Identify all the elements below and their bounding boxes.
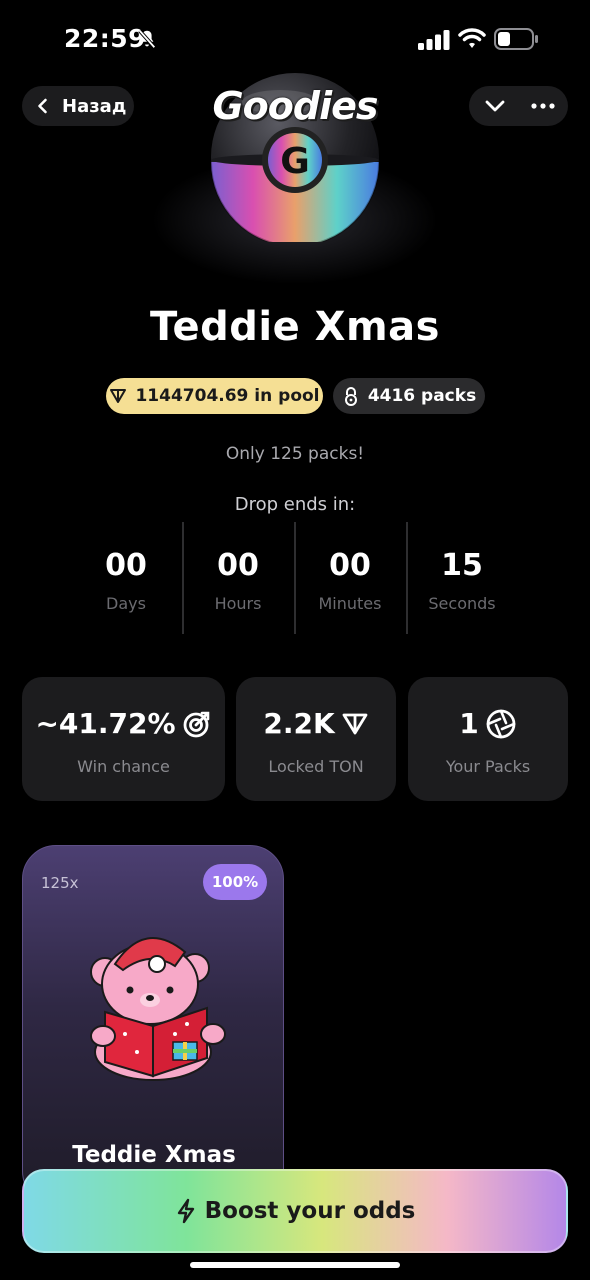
- home-indicator: [190, 1262, 400, 1268]
- countdown-timer: 00 Days 00 Hours 00 Minutes 15 Seconds: [70, 522, 520, 634]
- countdown-seconds-value: 15: [441, 548, 483, 583]
- chevron-left-icon: [38, 98, 47, 114]
- back-label: Назад: [62, 95, 127, 117]
- locked-ton-label: Locked TON: [268, 757, 364, 776]
- aperture-icon: [486, 709, 516, 738]
- collapse-button[interactable]: [475, 86, 515, 126]
- wifi-icon: [458, 28, 486, 48]
- gift-name: Teddie Xmas: [72, 1142, 236, 1168]
- win-chance-value-row: ~41.72%: [22, 707, 225, 740]
- gift-multiplier: 125x: [41, 874, 79, 892]
- packs-count: 4416 packs: [367, 386, 477, 406]
- boost-odds-label: Boost your odds: [204, 1198, 416, 1224]
- countdown-minutes-value: 00: [329, 548, 371, 583]
- locked-ton-value-row: 2.2K: [236, 707, 396, 740]
- ton-icon: [342, 713, 368, 734]
- emblem-letter: G: [280, 141, 310, 182]
- screen: 22:59 Назад G Goodies Teddie Xmas 114470…: [0, 0, 590, 1280]
- countdown-seconds: 15 Seconds: [406, 522, 518, 634]
- drop-ends-label: Drop ends in:: [234, 494, 356, 515]
- pool-badge: 1144704.69 in pool: [106, 378, 323, 414]
- chevron-down-icon: [485, 100, 505, 112]
- packs-badge: 4416 packs: [333, 378, 485, 414]
- bell-slash-icon: [138, 29, 156, 49]
- locked-ton-card[interactable]: 2.2K Locked TON: [236, 677, 396, 801]
- countdown-seconds-label: Seconds: [428, 594, 496, 613]
- lock-icon: [344, 387, 357, 406]
- teddy-bear-sticker-image: [90, 937, 226, 1081]
- win-chance-card[interactable]: ~41.72% Win chance: [22, 677, 225, 801]
- cellular-signal-icon: [418, 30, 450, 50]
- gift-card[interactable]: 125x 100% Teddie Xmas: [22, 845, 284, 1205]
- packs-note: Only 125 packs!: [225, 444, 365, 464]
- your-packs-value: 1: [459, 707, 479, 740]
- win-chance-value: ~41.72%: [35, 707, 176, 740]
- countdown-days-label: Days: [106, 594, 146, 613]
- menu-pill: [469, 86, 568, 126]
- goodies-wordmark: Goodies: [212, 84, 378, 128]
- battery-icon: [494, 28, 538, 50]
- back-button[interactable]: Назад: [22, 86, 134, 126]
- status-time: 22:59: [64, 24, 147, 53]
- pool-amount: 1144704.69 in pool: [135, 386, 320, 406]
- more-button[interactable]: [523, 86, 563, 126]
- your-packs-label: Your Packs: [445, 757, 531, 776]
- gift-chance-pill: 100%: [203, 864, 267, 900]
- countdown-hours-value: 00: [217, 548, 259, 583]
- lightning-icon: [177, 1198, 194, 1224]
- your-packs-value-row: 1: [408, 707, 568, 740]
- target-icon: [183, 711, 209, 737]
- countdown-minutes-label: Minutes: [318, 594, 382, 613]
- boost-odds-button[interactable]: Boost your odds: [22, 1169, 568, 1253]
- more-horizontal-icon: [531, 103, 555, 109]
- drop-title: Teddie Xmas: [150, 304, 440, 350]
- ton-icon: [110, 389, 127, 403]
- win-chance-label: Win chance: [77, 757, 170, 776]
- locked-ton-value: 2.2K: [263, 707, 335, 740]
- countdown-hours: 00 Hours: [182, 522, 294, 634]
- countdown-days: 00 Days: [70, 522, 182, 634]
- countdown-hours-label: Hours: [214, 594, 262, 613]
- your-packs-card[interactable]: 1 Your Packs: [408, 677, 568, 801]
- countdown-days-value: 00: [105, 548, 147, 583]
- countdown-minutes: 00 Minutes: [294, 522, 406, 634]
- status-bar: 22:59: [0, 0, 590, 80]
